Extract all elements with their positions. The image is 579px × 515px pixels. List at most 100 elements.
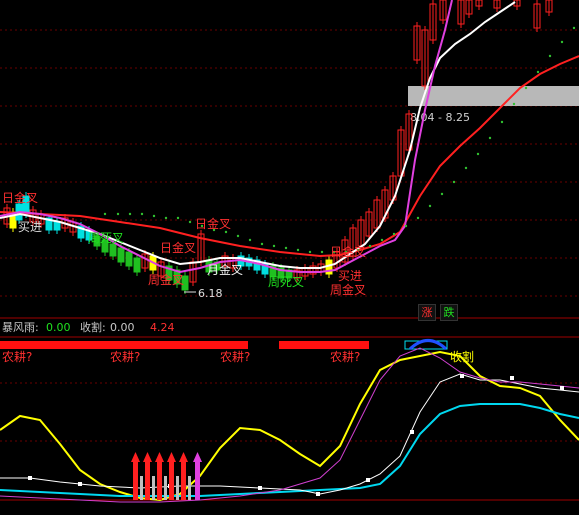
trend-dot	[284, 246, 288, 250]
signal-mai-jin: 买进	[18, 220, 42, 234]
indicator-spike-fill	[140, 476, 143, 500]
trend-dot	[164, 216, 168, 220]
up-button[interactable]: 涨	[418, 304, 436, 321]
trend-dot	[116, 212, 120, 216]
shouge-value: 0.00	[110, 321, 135, 334]
trend-dot	[152, 214, 156, 218]
indicator-spike-tip	[167, 452, 176, 462]
trend-dot	[236, 234, 240, 238]
trend-dot	[476, 152, 480, 156]
main-grid	[0, 29, 579, 297]
signal-mai-jin: 买进	[338, 269, 362, 283]
indicator-cyan-line	[0, 403, 579, 497]
indicator-magenta-line	[0, 347, 579, 503]
trend-dot	[572, 26, 576, 30]
shouge-signal-label: 收割	[450, 349, 474, 364]
nonggeng-label: 农耕?	[220, 349, 250, 364]
indicator-spike	[195, 462, 200, 500]
trend-dot	[248, 238, 252, 242]
nonggeng-label: 农耕?	[2, 349, 32, 364]
trend-dot	[128, 212, 132, 216]
candle-body	[53, 221, 61, 231]
indicator-name-value: 0.00	[46, 321, 71, 334]
ma-white-line	[0, 1, 516, 269]
trend-dot	[404, 224, 408, 228]
indicator-marker	[78, 482, 82, 486]
trend-dot	[548, 54, 552, 58]
trend-dot	[560, 40, 564, 44]
signal-ri-jin-cha: 日金叉	[160, 240, 196, 255]
indicator-spike-fill	[176, 476, 179, 500]
indicator-name: 暴风雨:	[2, 321, 39, 334]
indicator-spike-tip	[155, 452, 164, 462]
shouge-arc	[408, 339, 448, 351]
indicator-marker	[510, 376, 514, 380]
indicator-marker	[460, 374, 464, 378]
signal-labels-white: 月金叉	[207, 262, 243, 277]
indicator-marker	[560, 386, 564, 390]
trend-dot	[452, 180, 456, 184]
trend-dot	[260, 242, 264, 246]
signal-ri-jin-cha: 日金叉	[195, 216, 231, 231]
indicator-yellow-line	[0, 350, 579, 502]
trend-dot	[140, 212, 144, 216]
indicator-spike-tip	[143, 452, 152, 462]
indicator-marker	[316, 492, 320, 496]
signal-zhou-si-cha: 周死叉	[268, 275, 304, 289]
trend-dot	[488, 136, 492, 140]
signal-labels: 日金叉 日金叉 日金叉 日金叉 周金叉 周金叉 买进 买进	[2, 190, 366, 297]
indicator-header: 暴风雨: 0.00 收割: 0.00 4.24	[0, 320, 579, 336]
trend-dot	[320, 250, 324, 254]
candle-body	[125, 251, 133, 267]
trend-dot	[440, 192, 444, 196]
trend-dot	[428, 204, 432, 208]
trend-dot	[392, 232, 396, 236]
trend-dot	[380, 238, 384, 242]
signal-zhou-jin-cha: 周金叉	[148, 272, 184, 287]
down-button[interactable]: 跌	[440, 304, 458, 321]
indicator-spike	[145, 462, 150, 500]
trend-dot	[416, 216, 420, 220]
indicator-spike	[133, 462, 138, 500]
indicator-spike-fill	[164, 476, 167, 500]
trend-dots	[103, 26, 576, 254]
indicator-spike	[169, 462, 174, 500]
nonggeng-label: 农耕?	[330, 349, 360, 364]
indicator-spike-tip	[179, 452, 188, 462]
shouge-label: 收割:	[80, 321, 106, 334]
price-zone-band	[408, 86, 579, 106]
indicator-marker	[410, 430, 414, 434]
indicator-spike-tip	[193, 452, 202, 462]
indicator-markers	[28, 374, 564, 496]
stock-chart-canvas[interactable]: 8.04 - 8.25 日金叉 日金叉 日金叉 日金叉 周金叉 周金叉 买进 买…	[0, 0, 579, 515]
trend-dot	[464, 166, 468, 170]
trend-dot	[512, 102, 516, 106]
signal-zhou-jin-cha: 周金叉	[330, 282, 366, 297]
candle-body	[109, 243, 117, 257]
indicator-spike	[181, 462, 186, 500]
indicator-spike-tip	[131, 452, 140, 462]
nonggeng-labels: 农耕? 农耕? 农耕? 农耕?	[2, 349, 360, 364]
trend-dot	[536, 70, 540, 74]
trend-dot	[500, 120, 504, 124]
candle-body	[117, 247, 125, 263]
signal-ri-jin-cha: 日金叉	[2, 190, 38, 205]
trend-dot	[524, 86, 528, 90]
indicator-marker	[258, 486, 262, 490]
signal-ri-jin-cha: 日金叉	[330, 244, 366, 259]
nonggeng-bar	[279, 341, 369, 349]
indicator-marker	[366, 478, 370, 482]
low-price-marker: 6.18	[198, 287, 223, 300]
candlesticks	[3, 0, 553, 294]
trend-dot	[296, 248, 300, 252]
trend-dot	[308, 250, 312, 254]
indicator-marker	[28, 476, 32, 480]
indicator-spike	[157, 462, 162, 500]
trend-dot	[103, 212, 107, 216]
signal-yue-jin-cha: 月金叉	[207, 262, 243, 277]
nonggeng-bar	[0, 341, 248, 349]
trend-dot	[368, 244, 372, 248]
indicator-spike-fill	[188, 476, 191, 500]
trend-dot	[224, 230, 228, 234]
trend-dot	[272, 244, 276, 248]
